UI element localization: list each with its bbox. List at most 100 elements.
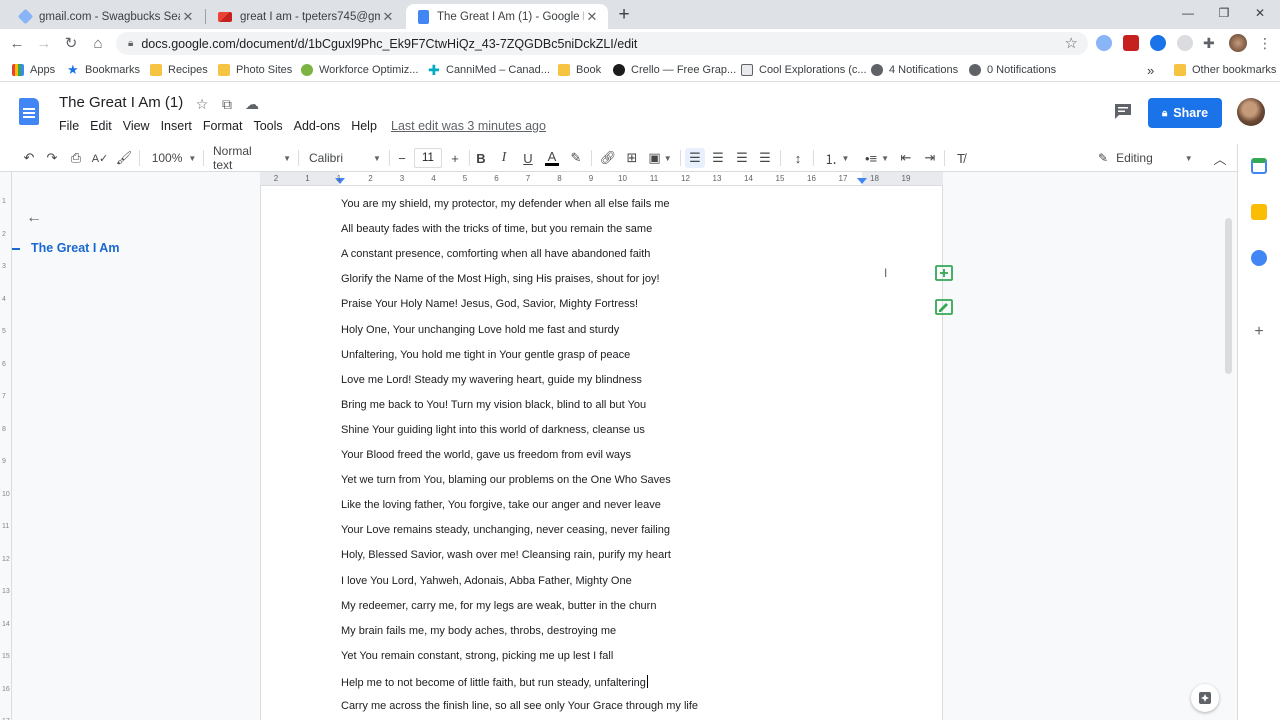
highlight-color-icon[interactable]: ✎ xyxy=(566,148,586,168)
menu-insert[interactable]: Insert xyxy=(161,119,192,133)
maximize-icon[interactable]: ❐ xyxy=(1212,4,1236,22)
line-spacing-icon[interactable]: ↕ xyxy=(788,148,808,168)
swagbucks-extension-icon[interactable] xyxy=(1096,35,1112,51)
menu-tools[interactable]: Tools xyxy=(253,119,282,133)
menu-edit[interactable]: Edit xyxy=(90,119,112,133)
right-indent-marker[interactable] xyxy=(857,178,867,184)
reload-icon[interactable]: ↻ xyxy=(60,33,82,55)
text-color-icon[interactable]: A xyxy=(542,148,562,168)
menu-format[interactable]: Format xyxy=(203,119,243,133)
insert-link-icon[interactable]: 🔗︎ xyxy=(598,148,618,168)
home-icon[interactable]: ⌂ xyxy=(87,33,109,55)
new-tab-button[interactable]: + xyxy=(614,5,634,25)
minimize-icon[interactable]: — xyxy=(1176,4,1200,22)
align-right-icon[interactable]: ☰ xyxy=(732,148,752,168)
bold-icon[interactable]: B xyxy=(471,148,491,168)
close-icon[interactable]: ✕ xyxy=(180,9,196,25)
add-comment-icon[interactable]: ⊞ xyxy=(622,148,642,168)
comment-history-icon[interactable] xyxy=(1113,102,1133,120)
document-line[interactable]: Unfaltering, You hold me tight in Your g… xyxy=(341,349,630,361)
menu-add-ons[interactable]: Add-ons xyxy=(294,119,341,133)
document-line[interactable]: Yet You remain constant, strong, picking… xyxy=(341,650,613,662)
close-icon[interactable]: ✕ xyxy=(584,9,600,25)
browser-tab-swagbucks[interactable]: gmail.com - Swagbucks Search ✕ xyxy=(8,4,204,29)
document-title[interactable]: The Great I Am (1) xyxy=(59,94,183,111)
italic-icon[interactable]: I xyxy=(494,148,514,168)
align-center-icon[interactable]: ☰ xyxy=(708,148,728,168)
bookmark-cool-explorations[interactable]: Cool Explorations (c... xyxy=(741,62,867,78)
align-left-icon[interactable]: ☰ xyxy=(685,148,705,168)
document-line[interactable]: My redeemer, carry me, for my legs are w… xyxy=(341,600,656,612)
bookmark-4-notifications[interactable]: 4 Notifications xyxy=(871,62,958,78)
document-line[interactable]: Bring me back to You! Turn my vision bla… xyxy=(341,399,646,411)
calendar-icon[interactable] xyxy=(1251,158,1267,174)
document-line[interactable]: Holy, Blessed Savior, wash over me! Clea… xyxy=(341,549,671,561)
puzzle-extensions-icon[interactable]: ✚ xyxy=(1203,35,1219,51)
paint-format-icon[interactable]: 🖌︎ xyxy=(114,148,134,168)
spellcheck-icon[interactable]: A✓ xyxy=(90,148,110,168)
increase-indent-icon[interactable]: ⇥ xyxy=(920,148,940,168)
collapse-menus-icon[interactable]: ︿ xyxy=(1210,148,1230,168)
print-icon[interactable]: ⎙ xyxy=(66,148,86,168)
browser-tab-docs[interactable]: The Great I Am (1) - Google Docs ✕ xyxy=(406,4,608,29)
profile-avatar[interactable] xyxy=(1229,34,1247,52)
extension-icon[interactable] xyxy=(1177,35,1193,51)
numbered-list-icon[interactable]: ⒈ ▼ xyxy=(820,148,854,168)
bookmark-crello[interactable]: Crello — Free Grap... xyxy=(613,62,736,78)
document-line[interactable]: Shine Your guiding light into this world… xyxy=(341,424,645,436)
document-line[interactable]: All beauty fades with the tricks of time… xyxy=(341,223,652,235)
insert-image-icon[interactable]: ▣ ▼ xyxy=(646,148,674,168)
last-edit-link[interactable]: Last edit was 3 minutes ago xyxy=(391,119,546,133)
document-line[interactable]: You are my shield, my protector, my defe… xyxy=(341,198,670,210)
account-avatar[interactable] xyxy=(1237,98,1265,126)
document-line[interactable]: I love You Lord, Yahweh, Adonais, Abba F… xyxy=(341,575,632,587)
share-button[interactable]: 🔒︎ Share xyxy=(1148,98,1222,128)
close-icon[interactable]: ✕ xyxy=(380,9,396,25)
paragraph-style-select[interactable]: Normal text ▼ xyxy=(213,144,291,172)
adobe-acrobat-extension-icon[interactable] xyxy=(1123,35,1139,51)
document-line[interactable]: Love me Lord! Steady my wavering heart, … xyxy=(341,374,642,386)
browser-tab-gmail[interactable]: great I am - tpeters745@gmail.c ✕ xyxy=(206,4,404,29)
explore-button[interactable] xyxy=(1191,684,1219,712)
back-icon[interactable]: ← xyxy=(6,33,28,55)
document-line[interactable]: Like the loving father, You forgive, tak… xyxy=(341,499,661,511)
add-on-plus-icon[interactable]: + xyxy=(1251,324,1267,340)
bookmark-workforce[interactable]: Workforce Optimiz... xyxy=(301,62,418,78)
bookmark-extension-icon[interactable] xyxy=(1150,35,1166,51)
address-bar[interactable]: 🔒︎ docs.google.com/document/d/1bCguxl9Ph… xyxy=(116,32,1088,55)
editing-mode-select[interactable]: ✎ Editing ▼ xyxy=(1098,148,1200,168)
menu-file[interactable]: File xyxy=(59,119,79,133)
vertical-scrollbar[interactable] xyxy=(1225,218,1232,374)
document-line[interactable]: Carry me across the finish line, so all … xyxy=(341,700,698,712)
document-line[interactable]: Your Blood freed the world, gave us free… xyxy=(341,449,631,461)
zoom-select[interactable]: 100% ▼ xyxy=(151,148,197,168)
font-select[interactable]: Calibri ▼ xyxy=(309,148,385,168)
cloud-saved-icon[interactable]: ☁ xyxy=(244,96,260,112)
bookmark-star-icon[interactable]: ☆ xyxy=(1065,34,1078,52)
clear-formatting-icon[interactable]: T̸ xyxy=(951,148,971,168)
tasks-icon[interactable] xyxy=(1251,250,1267,266)
bookmark-apps[interactable]: Apps xyxy=(12,62,55,78)
bookmark-bookmarks[interactable]: ★ Bookmarks xyxy=(67,62,140,78)
document-line[interactable]: Glorify the Name of the Most High, sing … xyxy=(341,273,660,285)
decrease-font-size-icon[interactable]: − xyxy=(392,148,412,168)
underline-icon[interactable]: U xyxy=(518,148,538,168)
bulleted-list-icon[interactable]: •≡ ▼ xyxy=(860,148,894,168)
decrease-indent-icon[interactable]: ⇤ xyxy=(896,148,916,168)
font-size-input[interactable]: 11 xyxy=(414,148,442,168)
chrome-menu-icon[interactable]: ⋮ xyxy=(1258,35,1274,51)
document-line[interactable]: Help me to not become of little faith, b… xyxy=(341,674,648,689)
document-line[interactable]: Yet we turn from You, blaming our proble… xyxy=(341,474,671,486)
forward-icon[interactable]: → xyxy=(33,33,55,55)
keep-icon[interactable] xyxy=(1251,204,1267,220)
document-line[interactable]: Praise Your Holy Name! Jesus, God, Savio… xyxy=(341,298,638,310)
window-close-icon[interactable]: ✕ xyxy=(1248,4,1272,22)
bookmark-recipes[interactable]: Recipes xyxy=(150,62,208,78)
move-folder-icon[interactable]: ⧉ xyxy=(219,96,235,112)
redo-icon[interactable]: ↷ xyxy=(42,148,62,168)
menu-view[interactable]: View xyxy=(123,119,150,133)
star-icon[interactable]: ☆ xyxy=(194,96,210,112)
add-comment-icon[interactable] xyxy=(934,264,954,284)
increase-font-size-icon[interactable]: + xyxy=(445,148,465,168)
google-docs-logo-icon[interactable] xyxy=(19,98,39,125)
